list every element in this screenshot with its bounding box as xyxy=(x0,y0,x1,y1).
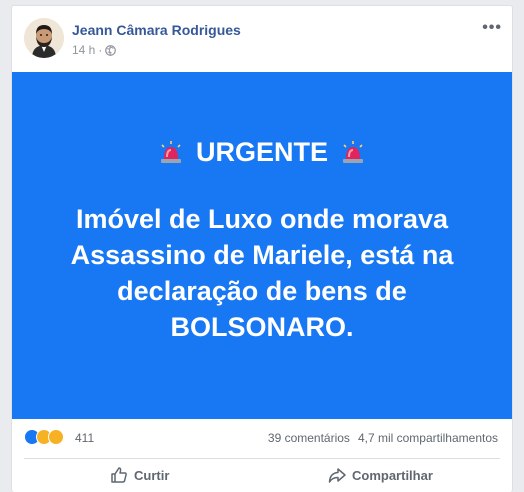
reactions-bar: 411 39 comentários 4,7 mil compartilhame… xyxy=(12,426,512,450)
shares-count[interactable]: 4,7 mil compartilhamentos xyxy=(358,431,498,445)
divider xyxy=(24,458,500,459)
more-options-icon[interactable]: ••• xyxy=(482,20,502,36)
urgent-line: URGENTE xyxy=(158,137,366,168)
share-icon xyxy=(328,468,346,483)
post-meta: 14 h · xyxy=(72,43,117,57)
haha-reaction-icon xyxy=(48,429,64,445)
share-button[interactable]: Compartilhar xyxy=(328,466,433,484)
author-name[interactable]: Jeann Câmara Rodrigues xyxy=(72,22,241,38)
post-image[interactable]: URGENTE Imóvel de Luxo onde morava Assas… xyxy=(12,72,512,419)
like-button[interactable]: Curtir xyxy=(110,466,169,484)
avatar[interactable] xyxy=(24,18,64,58)
action-bar: Curtir Compartilhar xyxy=(12,462,512,492)
post-time[interactable]: 14 h xyxy=(72,43,95,57)
thumbs-up-icon xyxy=(111,467,127,483)
globe-icon xyxy=(105,44,117,56)
siren-icon xyxy=(343,141,363,163)
post-headline: Imóvel de Luxo onde morava Assassino de … xyxy=(70,203,454,342)
reaction-count[interactable]: 411 xyxy=(75,431,94,445)
meta-separator: · xyxy=(98,43,103,57)
comments-count[interactable]: 39 comentários xyxy=(268,431,350,445)
urgent-label: URGENTE xyxy=(195,136,328,167)
siren-icon xyxy=(160,141,181,163)
post-card: Jeann Câmara Rodrigues 14 h · ••• URGENT… xyxy=(11,5,513,492)
reaction-icons[interactable] xyxy=(24,429,64,445)
engagement-counts: 39 comentários 4,7 mil compartilhamentos xyxy=(268,431,498,445)
post-header: Jeann Câmara Rodrigues 14 h · ••• xyxy=(12,6,512,72)
share-label: Compartilhar xyxy=(352,467,433,483)
like-label: Curtir xyxy=(134,467,170,483)
